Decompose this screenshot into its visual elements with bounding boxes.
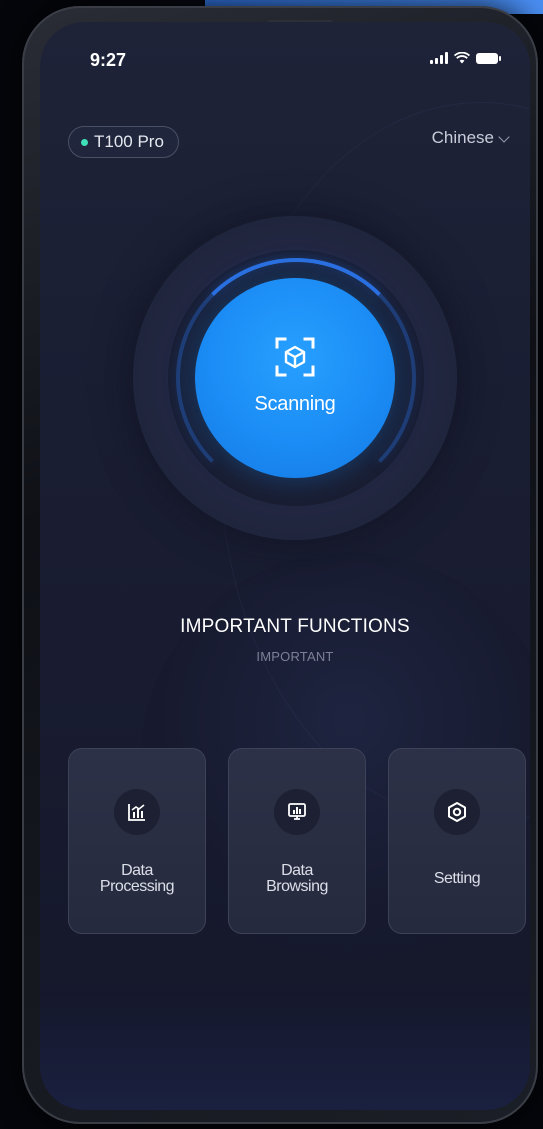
icon-circle [274, 789, 320, 835]
setting-label: Setting [433, 870, 481, 887]
bottom-glow [40, 990, 530, 1110]
device-status-dot [81, 138, 88, 146]
data-browsing-card[interactable]: Data Browsing [228, 748, 366, 934]
chevron-down-icon [498, 130, 510, 143]
status-icons [430, 52, 501, 64]
icon-circle [434, 789, 480, 835]
bar-chart-icon [128, 804, 145, 821]
language-label: Chinese [431, 128, 494, 147]
icon-circle [114, 789, 160, 835]
status-bar: 9:27 [40, 22, 530, 92]
settings-hex-icon [448, 802, 466, 822]
stage: 9:27 T100 Pro Chinese Scanning IMPORTANT… [0, 0, 543, 1129]
setting-card[interactable]: Setting [388, 748, 526, 934]
data-processing-label: Data Processing [99, 862, 175, 895]
scan-button[interactable]: Scanning [195, 278, 395, 478]
status-time: 9:27 [90, 50, 127, 70]
data-processing-card[interactable]: Data Processing [68, 748, 206, 934]
language-selector[interactable]: Chinese [431, 128, 510, 148]
device-selector[interactable]: T100 Pro [68, 126, 179, 158]
scan-cube-icon [275, 337, 315, 376]
device-name: T100 Pro [94, 132, 164, 151]
battery-icon [476, 52, 501, 64]
app-screen: 9:27 T100 Pro Chinese Scanning IMPORTANT… [40, 22, 530, 1110]
wifi-icon [454, 52, 470, 64]
monitor-chart-icon [288, 803, 306, 820]
scan-label: Scanning [254, 392, 336, 415]
signal-icon [430, 52, 448, 64]
section-title: IMPORTANT FUNCTIONS [180, 616, 410, 637]
data-browsing-label: Data Browsing [266, 862, 328, 895]
section-subtitle: IMPORTANT [256, 649, 334, 664]
